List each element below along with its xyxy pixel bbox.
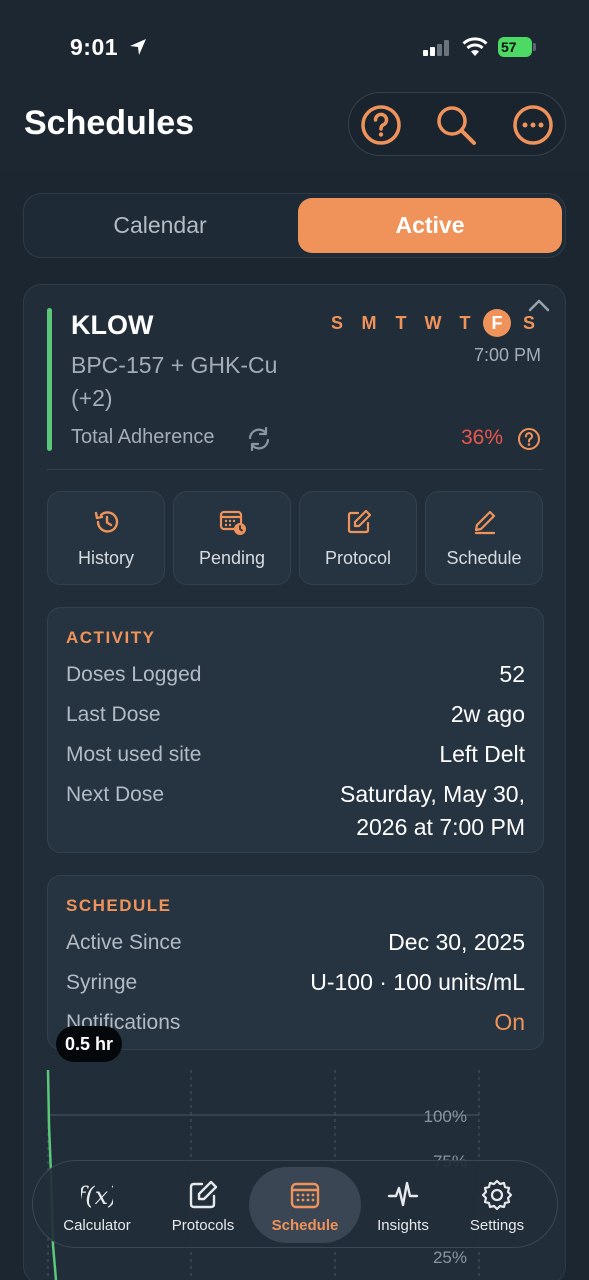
- view-segmented-control: Calendar Active: [23, 193, 566, 258]
- edit-square-icon: [189, 1180, 218, 1209]
- pending-button[interactable]: Pending: [173, 491, 291, 585]
- battery-icon: 57: [498, 37, 536, 57]
- syringe-label: Syringe: [66, 971, 138, 994]
- notifications-value[interactable]: On: [494, 1006, 525, 1039]
- tab-calculator-label: Calculator: [63, 1217, 131, 1234]
- day-thursday: T: [459, 313, 471, 333]
- schedule-edit-button[interactable]: Schedule: [425, 491, 543, 585]
- svg-text:ƒ(x): ƒ(x): [81, 1182, 113, 1210]
- more-options-icon[interactable]: [511, 103, 555, 147]
- day-tuesday: T: [395, 313, 407, 333]
- tab-settings-label: Settings: [469, 1217, 525, 1234]
- status-time: 9:01: [70, 34, 119, 60]
- protocol-label: Protocol: [324, 548, 392, 568]
- segment-calendar[interactable]: Calendar: [28, 198, 292, 253]
- schedule-title: SCHEDULE: [66, 896, 172, 915]
- day-sunday: S: [330, 313, 343, 333]
- pencil-icon: [474, 510, 496, 535]
- tab-settings[interactable]: Settings: [441, 1167, 553, 1243]
- tab-calculator[interactable]: ƒ(x) Calculator: [41, 1167, 153, 1243]
- divider: [47, 469, 543, 470]
- last-dose-label: Last Dose: [66, 703, 161, 726]
- header-actions: [348, 92, 566, 156]
- next-dose-value: Saturday, May 30, 2026 at 7:00 PM: [340, 781, 525, 840]
- segment-active[interactable]: Active: [298, 198, 562, 253]
- active-since-value: Dec 30, 2025: [388, 929, 525, 955]
- chevron-up-icon[interactable]: [527, 297, 551, 313]
- day-friday: F: [483, 309, 511, 337]
- active-since-label: Active Since: [66, 931, 182, 954]
- activity-section: ACTIVITY Doses Logged 52 Last Dose 2w ag…: [47, 607, 544, 853]
- pending-label: Pending: [198, 548, 266, 568]
- history-label: History: [77, 548, 134, 568]
- most-used-site-label: Most used site: [66, 743, 202, 766]
- cellular-signal-icon: [423, 40, 449, 56]
- history-button[interactable]: History: [47, 491, 165, 585]
- refresh-icon[interactable]: [246, 426, 272, 452]
- next-dose-label: Next Dose: [66, 783, 165, 806]
- tab-bar: ƒ(x) Calculator Protocols Schedule Insig…: [32, 1160, 558, 1248]
- schedule-section: SCHEDULE Active Since Dec 30, 2025 Syrin…: [47, 875, 544, 1050]
- most-used-site-value: Left Delt: [439, 741, 525, 767]
- protocol-compounds: BPC-157 + GHK-Cu (+2): [71, 352, 278, 411]
- adherence-value: 36%: [460, 426, 503, 449]
- help-icon[interactable]: [359, 103, 403, 147]
- activity-title: ACTIVITY: [66, 628, 156, 647]
- adherence-help-icon[interactable]: [517, 427, 541, 451]
- tab-schedule-label: Schedule: [271, 1217, 339, 1234]
- header: Schedules: [0, 90, 589, 172]
- status-bar: 9:01 57: [0, 0, 589, 90]
- chart-tooltip: 0.5 hr: [56, 1026, 123, 1062]
- calendar-grid-icon: [290, 1182, 320, 1209]
- last-dose-value: 2w ago: [450, 701, 525, 727]
- pulse-icon: [387, 1181, 419, 1207]
- day-wednesday: W: [424, 313, 442, 333]
- y-tick-100: 100%: [424, 1107, 467, 1126]
- wifi-icon: [462, 37, 488, 56]
- battery-level: 57: [501, 39, 517, 55]
- function-icon: ƒ(x): [81, 1182, 113, 1210]
- gear-icon: [481, 1179, 513, 1211]
- day-monday: M: [361, 313, 377, 333]
- syringe-value: U-100 · 100 units/mL: [310, 969, 525, 995]
- calendar-clock-icon: [219, 510, 246, 535]
- edit-square-icon: [347, 509, 372, 534]
- tab-protocols[interactable]: Protocols: [147, 1167, 259, 1243]
- protocol-name: KLOW: [71, 310, 154, 340]
- history-icon: [94, 511, 119, 533]
- search-icon[interactable]: [434, 103, 478, 147]
- day-saturday: S: [522, 313, 535, 333]
- schedule-label: Schedule: [446, 548, 522, 568]
- dose-time: 7:00 PM: [473, 345, 541, 365]
- tab-schedule[interactable]: Schedule: [249, 1167, 361, 1243]
- location-arrow-icon: [130, 39, 146, 55]
- tab-protocols-label: Protocols: [171, 1217, 235, 1234]
- protocol-color-bar: [47, 308, 52, 451]
- protocol-button[interactable]: Protocol: [299, 491, 417, 585]
- page-title: Schedules: [24, 104, 195, 142]
- doses-logged-label: Doses Logged: [66, 663, 202, 686]
- y-tick-25: 25%: [433, 1248, 467, 1267]
- schedule-days: S M T W T F S: [324, 309, 544, 337]
- adherence-label: Total Adherence: [71, 426, 215, 448]
- doses-logged-value: 52: [499, 661, 525, 687]
